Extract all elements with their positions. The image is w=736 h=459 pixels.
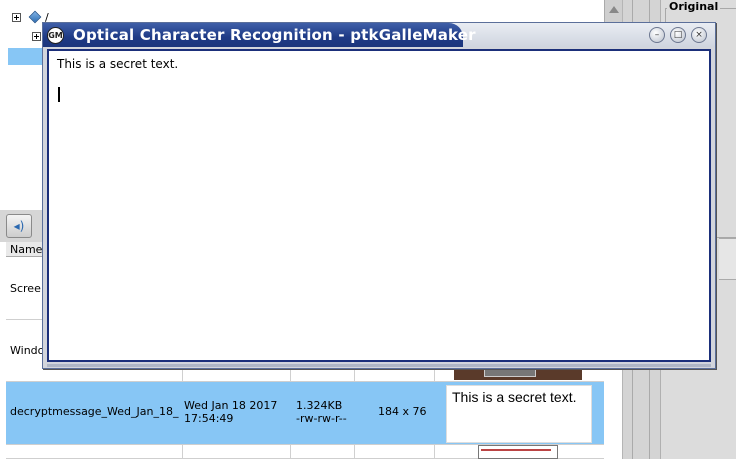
column-divider	[354, 445, 355, 458]
title-bar[interactable]: GM Optical Character Recognition - ptkGa…	[43, 23, 715, 47]
minimize-button[interactable]: –	[649, 27, 665, 43]
scroll-up-icon[interactable]	[609, 6, 619, 13]
thumbnail[interactable]: This is a secret text.	[446, 385, 592, 443]
thumbnail-text: This is a secret text.	[452, 389, 577, 405]
column-divider	[290, 445, 291, 458]
close-button[interactable]: ×	[691, 27, 707, 43]
file-name: decryptmessage_Wed_Jan_18_	[10, 405, 179, 418]
column-divider	[434, 445, 435, 458]
original-label: Original	[667, 0, 721, 13]
ocr-text-line: This is a secret text.	[57, 57, 179, 71]
text-caret	[58, 87, 60, 102]
file-time: 17:54:49	[184, 412, 234, 425]
file-name: Windo	[10, 344, 45, 357]
maximize-button[interactable]: □	[670, 27, 686, 43]
tree-item-child[interactable]	[32, 29, 41, 43]
file-dimensions: 184 x 76	[378, 405, 427, 418]
expand-icon[interactable]	[12, 12, 21, 22]
window-title: Optical Character Recognition - ptkGalle…	[73, 26, 476, 44]
app-icon[interactable]: GM	[47, 27, 64, 44]
column-divider	[182, 445, 183, 458]
expand-icon[interactable]	[32, 31, 41, 41]
panel-separator	[719, 238, 736, 280]
thumbnail-image	[478, 445, 558, 459]
title-tab[interactable]: GM Optical Character Recognition - ptkGa…	[43, 23, 476, 47]
file-name: Scree	[10, 282, 41, 295]
ocr-text-area[interactable]: This is a secret text.	[49, 51, 709, 360]
file-permissions: -rw-rw-r--	[296, 412, 347, 425]
speaker-icon: ◂)	[13, 219, 25, 233]
ocr-dialog: GM Optical Character Recognition - ptkGa…	[42, 22, 716, 369]
speaker-button[interactable]: ◂)	[6, 214, 32, 238]
ocr-text-frame: This is a secret text.	[47, 49, 711, 362]
file-size: 1.324KB	[296, 399, 343, 412]
dialog-bottom-edge	[47, 364, 711, 367]
file-date: Wed Jan 18 2017	[184, 399, 278, 412]
list-item-selected[interactable]: decryptmessage_Wed_Jan_18_ Wed Jan 18 20…	[6, 382, 604, 445]
folder-icon	[28, 10, 42, 24]
